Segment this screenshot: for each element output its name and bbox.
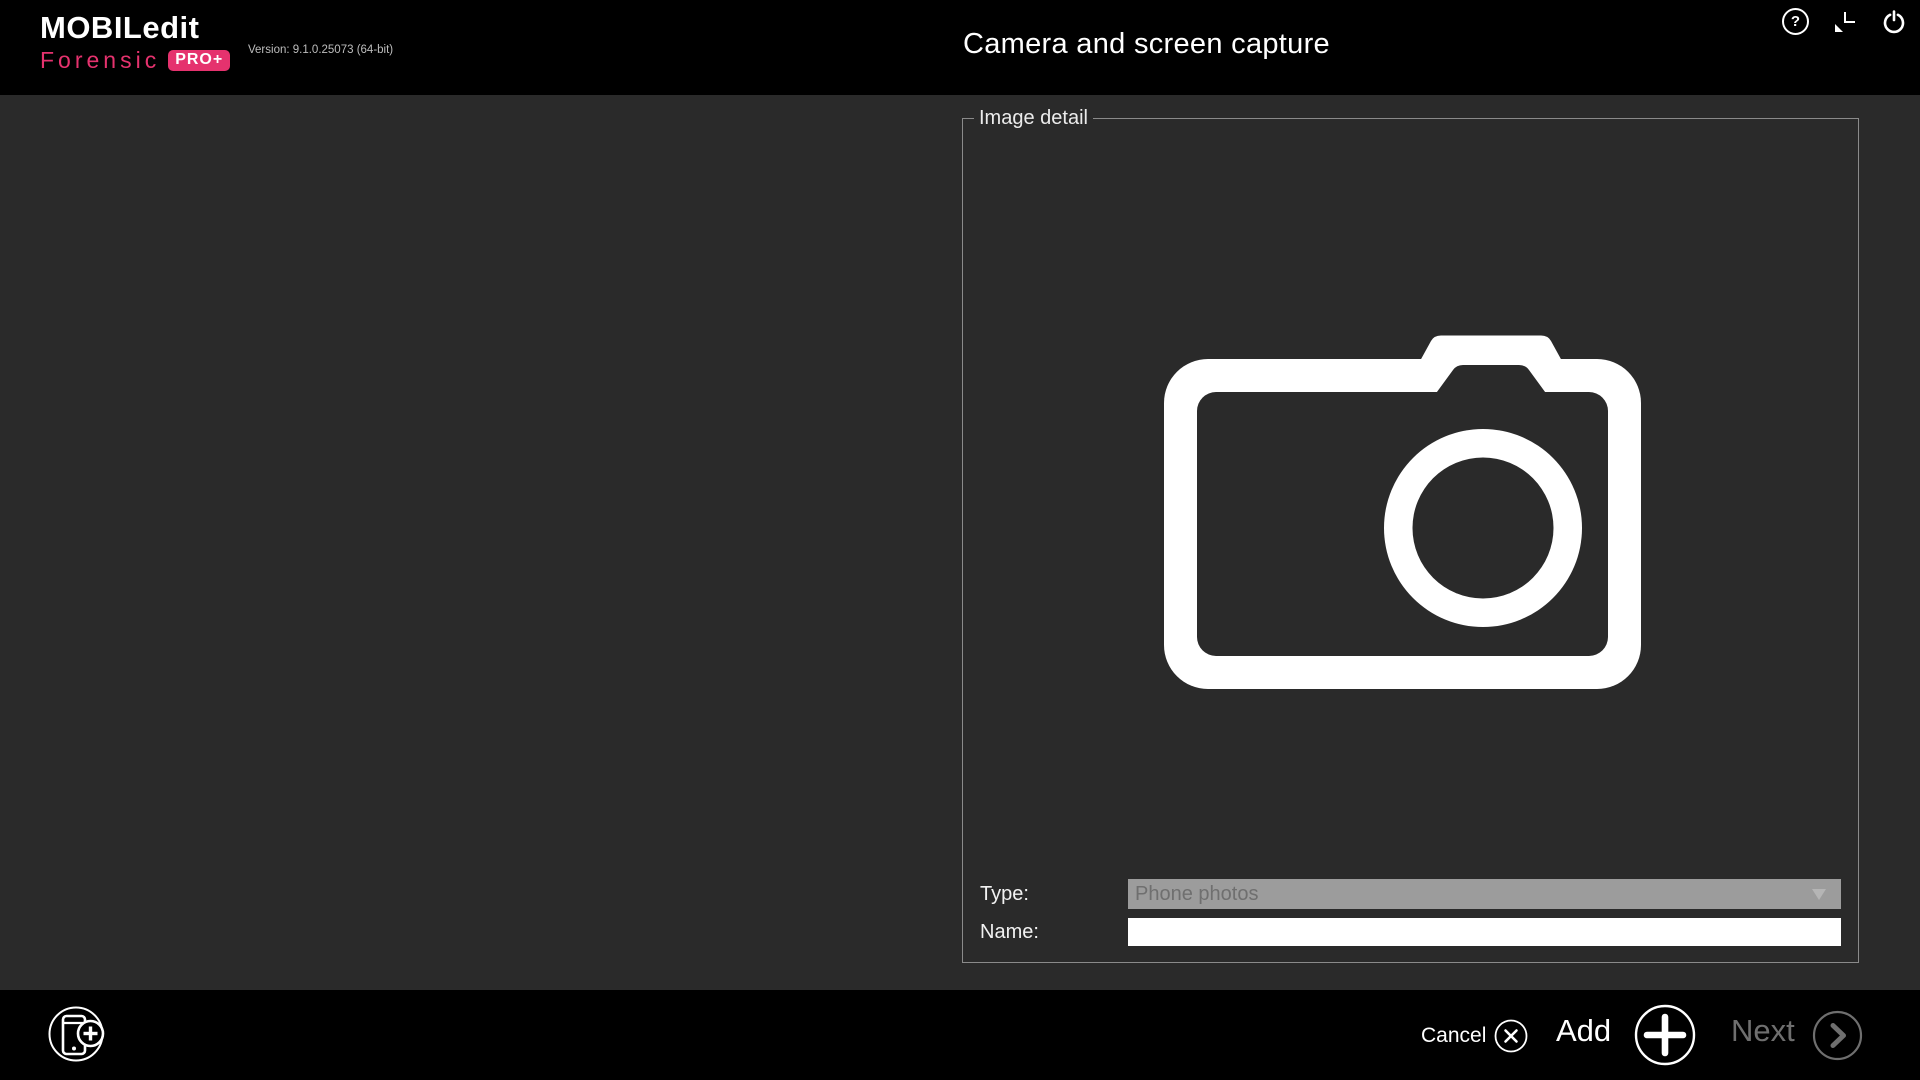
footer-bar xyxy=(0,990,1920,1080)
camera-icon xyxy=(963,119,1860,964)
app-logo: MOBILedit Forensic PRO+ xyxy=(40,12,230,72)
chevron-right-icon[interactable] xyxy=(1812,1010,1863,1061)
help-glyph: ? xyxy=(1791,13,1800,30)
add-phone-icon[interactable] xyxy=(46,1004,106,1064)
cancel-button[interactable]: Cancel xyxy=(1421,1024,1486,1048)
type-field-row: Type: Phone photos xyxy=(963,879,1860,909)
mobiledit-window: { "window": { "background": "#2a2a2a", "… xyxy=(0,0,1920,1080)
add-button[interactable]: Add xyxy=(1556,1013,1611,1049)
type-dropdown-value: Phone photos xyxy=(1128,883,1812,906)
logo-product-text: Forensic xyxy=(40,49,160,72)
compact-corner-bracket xyxy=(1844,12,1855,23)
header-bar: MOBILedit Forensic PRO+ Version: 9.1.0.2… xyxy=(0,0,1920,95)
chevron-down-icon xyxy=(1812,889,1826,900)
page-title: Camera and screen capture xyxy=(963,28,1330,61)
logo-pro-badge: PRO+ xyxy=(168,50,230,71)
name-label: Name: xyxy=(980,921,1039,944)
name-field-row: Name: xyxy=(963,918,1860,946)
image-detail-panel: Image detail Type: Phone photos Name: xyxy=(962,118,1859,963)
version-text: Version: 9.1.0.25073 (64-bit) xyxy=(248,44,393,56)
next-button[interactable]: Next xyxy=(1731,1013,1795,1049)
plus-icon[interactable] xyxy=(1634,1004,1696,1066)
close-icon[interactable] xyxy=(1494,1019,1528,1053)
compact-arrow xyxy=(1835,24,1843,32)
help-icon[interactable]: ? xyxy=(1782,8,1809,35)
power-icon[interactable] xyxy=(1881,9,1907,35)
type-label: Type: xyxy=(980,883,1029,906)
name-input[interactable] xyxy=(1128,918,1841,946)
window-controls: ? xyxy=(1782,8,1907,35)
logo-brand-text: MOBILedit xyxy=(40,12,230,43)
type-dropdown[interactable]: Phone photos xyxy=(1128,879,1841,909)
compact-view-icon[interactable] xyxy=(1833,10,1857,34)
